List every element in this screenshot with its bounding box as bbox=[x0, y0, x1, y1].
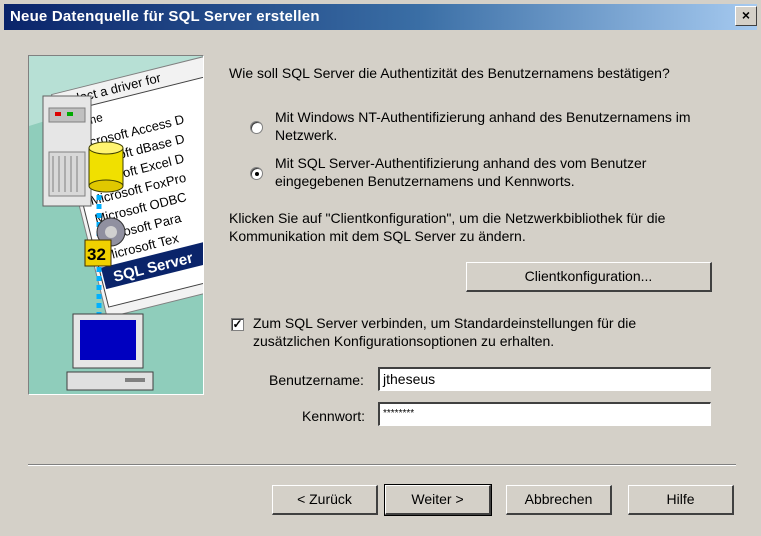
radio-selected-dot bbox=[255, 172, 259, 176]
radio-windows-nt-auth[interactable] bbox=[250, 121, 263, 134]
hint-line: Klicken Sie auf "Clientkonfiguration", u… bbox=[229, 210, 666, 226]
back-button[interactable]: < Zurück bbox=[272, 485, 378, 515]
option-label-line: eingegebenen Benutzernamens und Kennwort… bbox=[275, 173, 575, 189]
option-windows-nt-auth-label: Mit Windows NT-Authentifizierung anhand … bbox=[275, 108, 691, 144]
connect-label-line: Zum SQL Server verbinden, um Standardein… bbox=[253, 315, 637, 331]
server-icon bbox=[42, 95, 92, 207]
badge-32: 32 bbox=[87, 245, 106, 264]
window-title: Neue Datenquelle für SQL Server erstelle… bbox=[10, 8, 320, 25]
hint-line: Kommunikation mit dem SQL Server zu ände… bbox=[229, 228, 526, 244]
connect-label-line: zusätzlichen Konfigurationsoptionen zu e… bbox=[253, 333, 555, 349]
connect-checkbox-label: Zum SQL Server verbinden, um Standardein… bbox=[253, 314, 636, 350]
close-button[interactable]: × bbox=[735, 6, 757, 26]
driver-illustration-graphic: Select a driver for Name Microsoft Acces… bbox=[29, 56, 203, 394]
option-sql-server-auth-label: Mit SQL Server-Authentifizierung anhand … bbox=[275, 154, 646, 190]
password-label: Kennwort: bbox=[302, 408, 366, 424]
client-config-button[interactable]: Clientkonfiguration... bbox=[466, 262, 712, 292]
client-config-hint: Klicken Sie auf "Clientkonfiguration", u… bbox=[229, 209, 665, 245]
connect-checkbox[interactable]: ✓ bbox=[231, 318, 244, 331]
auth-question: Wie soll SQL Server die Authentizität de… bbox=[229, 65, 670, 81]
option-label-line: Mit Windows NT-Authentifizierung anhand … bbox=[275, 109, 691, 125]
computer-icon bbox=[66, 313, 154, 391]
separator bbox=[28, 464, 736, 466]
username-field[interactable]: jtheseus bbox=[378, 367, 711, 391]
option-label-line: Netzwerk. bbox=[275, 127, 338, 143]
title-bar: Neue Datenquelle für SQL Server erstelle… bbox=[0, 0, 761, 30]
help-button[interactable]: Hilfe bbox=[628, 485, 734, 515]
username-label: Benutzername: bbox=[269, 372, 364, 388]
next-button[interactable]: Weiter > bbox=[384, 484, 492, 516]
password-field[interactable]: ******** bbox=[378, 402, 711, 426]
wizard-illustration: Select a driver for Name Microsoft Acces… bbox=[28, 55, 204, 395]
radio-sql-server-auth[interactable] bbox=[250, 167, 263, 180]
database-icon bbox=[88, 141, 124, 193]
option-label-line: Mit SQL Server-Authentifizierung anhand … bbox=[275, 155, 647, 171]
cancel-button[interactable]: Abbrechen bbox=[506, 485, 612, 515]
